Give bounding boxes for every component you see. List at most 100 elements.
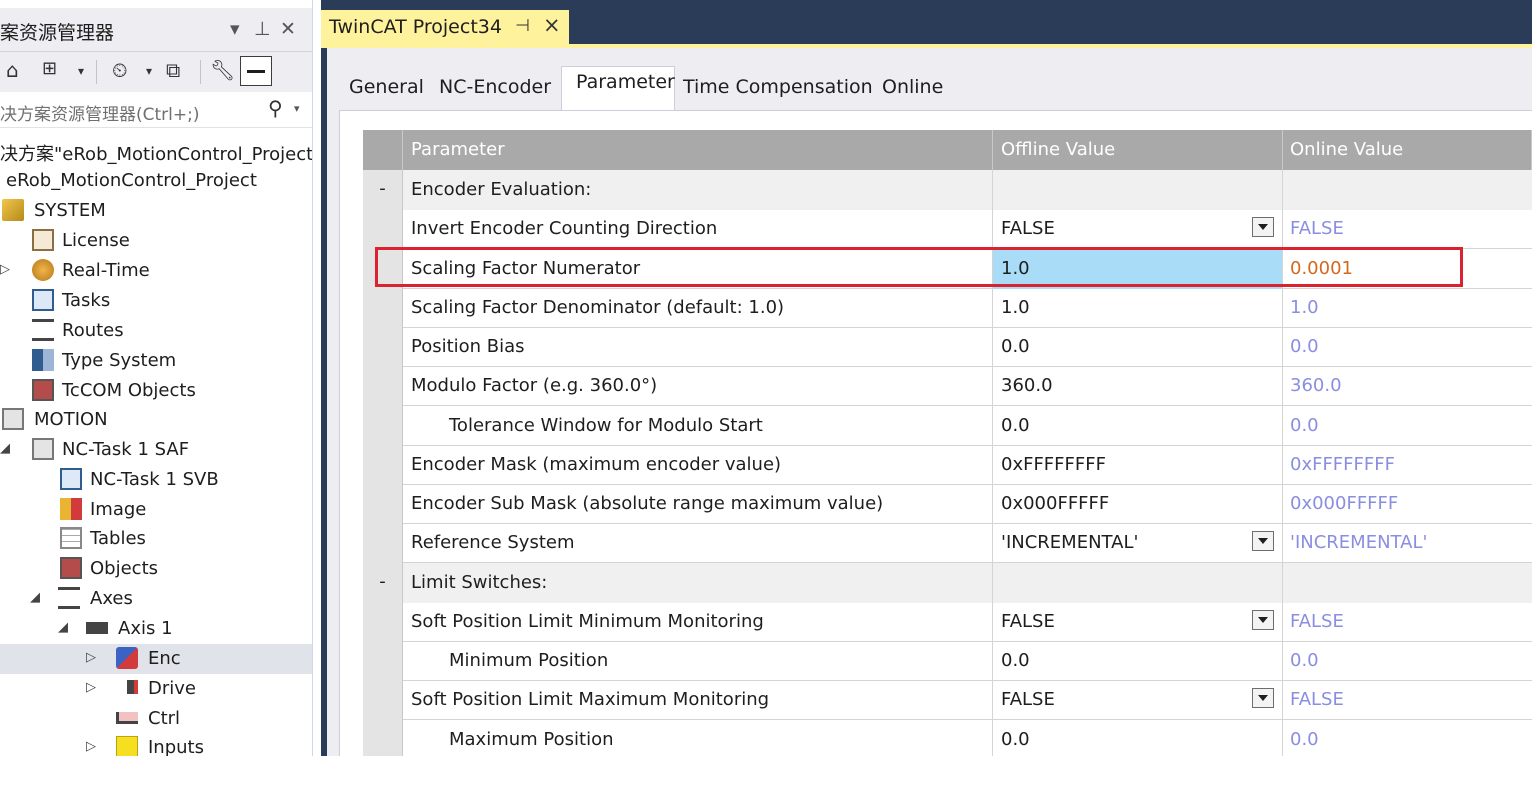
tree-item-axis-1[interactable]: ◢ Axis 1 [0,614,312,644]
group-collapse-toggle[interactable]: - [363,170,403,210]
tree-item-nc-task-saf[interactable]: ◢ NC-Task 1 SAF [0,435,312,465]
table-row[interactable]: Maximum Position 0.0 0.0 [363,719,1532,756]
table-row[interactable]: Reference System 'INCREMENTAL' 'INCREMENTA… [363,523,1532,564]
tree-item-system[interactable]: SYSTEM [0,196,312,226]
parameter-name-cell: Invert Encoder Counting Direction [403,209,993,250]
offline-value-cell[interactable]: FALSE [993,601,1283,642]
offline-value-cell[interactable]: FALSE [993,209,1283,250]
expand-arrow-icon[interactable]: ▷ [86,650,96,665]
table-row[interactable]: Scaling Factor Denominator (default: 1.0… [363,287,1532,328]
collapse-arrow-icon[interactable]: ◢ [30,590,40,605]
online-value-cell: 1.0 [1290,296,1319,318]
group-collapse-toggle[interactable]: - [363,562,403,603]
tree-item-type-system[interactable]: Type System [0,346,312,376]
table-row[interactable]: Invert Encoder Counting Direction FALSE FA… [363,209,1532,250]
pin-icon[interactable]: ⊥ [254,18,271,40]
offline-value-cell[interactable]: 0.0 [993,327,1283,367]
column-header-offline-value[interactable]: Offline Value [993,130,1283,170]
table-row[interactable]: Soft Position Limit Maximum Monitoring FA… [363,680,1532,721]
row-gutter [363,484,403,524]
offline-value-cell[interactable]: 0x000FFFFF [993,484,1283,524]
pin-icon[interactable]: ⊣ [515,16,530,36]
table-row[interactable]: Scaling Factor Numerator 1.0 0.0001 [363,248,1532,289]
expand-arrow-icon[interactable]: ▷ [86,739,96,754]
tree-item-image[interactable]: Image [0,495,312,525]
dropdown-arrow-icon[interactable] [1252,688,1274,709]
online-value-cell: 0xFFFFFFFF [1290,453,1395,475]
tab-general[interactable]: General [349,70,424,106]
table-row[interactable]: Soft Position Limit Minimum Monitoring FA… [363,601,1532,642]
preview-pin-icon[interactable] [240,56,272,86]
table-row[interactable]: Position Bias 0.0 0.0 [363,327,1532,367]
row-gutter [363,680,403,721]
tree-item-routes[interactable]: Routes [0,316,312,346]
table-row[interactable]: Encoder Sub Mask (absolute range maximum… [363,484,1532,524]
tree-item-enc[interactable]: ▷ Enc [0,644,312,674]
tree-item-nc-task-svb[interactable]: NC-Task 1 SVB [0,465,312,495]
explorer-search-box[interactable]: 决方案资源管理器(Ctrl+;) ⚲ ▾ [0,92,312,128]
offline-value-cell[interactable]: 0xFFFFFFFF [993,444,1283,485]
table-row[interactable]: Encoder Mask (maximum encoder value) 0xFF… [363,444,1532,485]
tree-item-project[interactable]: eRob_MotionControl_Project [0,166,312,196]
offline-value-cell[interactable]: 1.0 [993,248,1283,289]
tree-item-license[interactable]: License [0,226,312,256]
offline-value-cell[interactable]: 'INCREMENTAL' [993,523,1283,564]
tree-item-solution[interactable]: 决方案"eRob_MotionControl_Project [0,136,312,166]
tree-item-label: MOTION [34,409,108,430]
chevron-down-icon[interactable]: ▾ [146,64,152,78]
tree-item-motion[interactable]: MOTION [0,405,312,435]
tree-item-drive[interactable]: ▷ Drive [0,674,312,704]
offline-value-cell[interactable]: 0.0 [993,719,1283,756]
tab-nc-encoder[interactable]: NC-Encoder [439,70,551,106]
properties-wrench-icon[interactable]: 🔧︎ [210,58,235,82]
offline-value-cell[interactable]: 360.0 [993,366,1283,407]
grid-header-corner [363,130,403,170]
collapse-all-icon[interactable]: ⧉ [166,58,180,82]
tree-item-label: Tasks [62,290,111,311]
offline-value-cell[interactable]: 0.0 [993,405,1283,446]
tree-item-objects[interactable]: Objects [0,554,312,584]
expand-arrow-icon[interactable]: ▷ [86,680,96,695]
tab-parameter[interactable]: Parameter [561,66,675,110]
dropdown-arrow-icon[interactable] [1252,531,1274,552]
search-options-icon[interactable]: ▾ [294,102,300,115]
tab-online[interactable]: Online [882,70,943,106]
dropdown-arrow-icon[interactable] [1252,217,1274,238]
tree-item-tasks[interactable]: Tasks [0,286,312,316]
sync-view-icon[interactable]: ⊞ [42,58,57,79]
grid-group-row[interactable]: - Encoder Evaluation: [363,170,1532,210]
tree-item-axes[interactable]: ◢ Axes [0,584,312,614]
tree-item-tables[interactable]: Tables [0,524,312,554]
panel-splitter[interactable] [313,0,321,756]
search-icon[interactable]: ⚲ [268,96,283,120]
close-icon[interactable]: ✕ [280,18,296,40]
tree-item-ctrl[interactable]: Ctrl [0,704,312,734]
document-tab-title: TwinCAT Project34 [329,16,502,38]
tab-time-compensation[interactable]: Time Compensation [683,70,873,106]
close-icon[interactable]: × [543,13,561,37]
dropdown-arrow-icon[interactable] [1252,609,1274,630]
table-row[interactable]: Modulo Factor (e.g. 360.0°) 360.0 360.0 [363,366,1532,407]
history-icon[interactable]: ⏲ [112,58,128,82]
offline-value-cell[interactable]: 1.0 [993,287,1283,328]
tree-item-inputs[interactable]: ▷ Inputs [0,733,312,756]
tree-item-label: SYSTEM [34,200,106,221]
tree-item-realtime[interactable]: ▷ Real-Time [0,256,312,286]
tree-item-tccom-objects[interactable]: TcCOM Objects [0,376,312,406]
home-icon[interactable]: ⌂ [6,58,19,82]
offline-value-text: FALSE [1001,218,1055,240]
expand-arrow-icon[interactable]: ▷ [0,262,10,277]
document-tab[interactable]: TwinCAT Project34 ⊣ × [321,10,569,46]
dropdown-arrow-icon[interactable]: ▾ [230,18,240,40]
collapse-arrow-icon[interactable]: ◢ [58,620,68,635]
column-header-online-value[interactable]: Online Value [1283,130,1532,170]
offline-value-cell[interactable]: FALSE [993,680,1283,721]
offline-value-cell [993,170,1283,210]
table-row[interactable]: Tolerance Window for Modulo Start 0.0 0.0 [363,405,1532,446]
table-row[interactable]: Minimum Position 0.0 0.0 [363,641,1532,681]
grid-group-row[interactable]: - Limit Switches: [363,562,1532,603]
column-header-parameter[interactable]: Parameter [403,130,993,170]
offline-value-cell[interactable]: 0.0 [993,641,1283,681]
collapse-arrow-icon[interactable]: ◢ [0,441,10,456]
chevron-down-icon[interactable]: ▾ [78,64,84,78]
